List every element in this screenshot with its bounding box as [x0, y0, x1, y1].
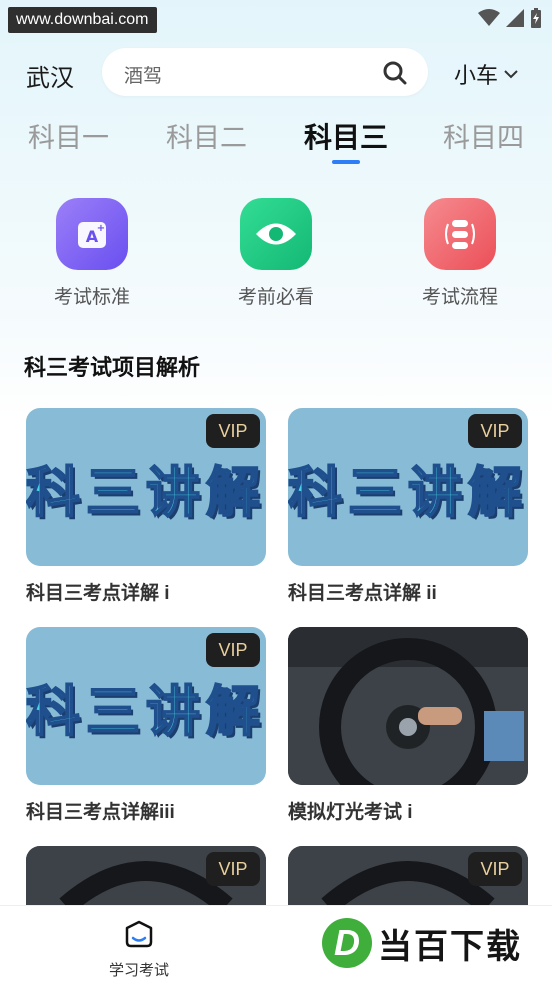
- video-thumbnail: [288, 627, 528, 785]
- search-input[interactable]: 酒驾: [102, 48, 428, 96]
- section-title: 科三考试项目解析: [24, 355, 201, 380]
- tab-subject-4[interactable]: 科目四: [443, 116, 524, 155]
- tab-subject-1[interactable]: 科目一: [28, 116, 109, 155]
- video-thumbnail: 科三讲解 VIP: [288, 408, 528, 566]
- eye-icon: [240, 198, 312, 270]
- battery-icon: [531, 8, 541, 28]
- video-title: 模拟灯光考试 i: [288, 802, 413, 823]
- top-bar: 武汉 酒驾 小车: [0, 46, 552, 98]
- nav-study-exam[interactable]: 学习考试: [104, 920, 174, 980]
- chevron-down-icon: [504, 70, 518, 79]
- vip-badge: VIP: [206, 852, 260, 886]
- video-card[interactable]: 模拟灯光考试 i: [288, 627, 528, 824]
- logo-mark: D: [322, 918, 372, 968]
- signal-icon: [506, 9, 524, 27]
- vip-badge: VIP: [468, 852, 522, 886]
- video-card[interactable]: 科三讲解 VIP 科目三考点详解 ii: [288, 408, 528, 605]
- video-title: 科目三考点详解 i: [26, 583, 170, 604]
- exam-process-icon: [424, 198, 496, 270]
- logo-text: 当百下载: [378, 927, 522, 966]
- video-thumbnail: VIP: [288, 846, 528, 906]
- quick-before-exam[interactable]: 考前必看: [206, 198, 346, 309]
- video-card[interactable]: 科三讲解 VIP 科目三考点详解iii: [26, 627, 266, 824]
- search-icon[interactable]: [382, 60, 408, 86]
- city-selector[interactable]: 武汉: [26, 58, 74, 93]
- video-title: 科目三考点详解iii: [26, 802, 175, 823]
- quick-label: 考前必看: [237, 287, 314, 308]
- vehicle-selector[interactable]: 小车: [454, 58, 518, 90]
- subject-tabs: 科目一 科目二 科目三 科目四: [0, 112, 552, 168]
- study-icon: [125, 920, 153, 948]
- tab-subject-2[interactable]: 科目二: [166, 116, 247, 155]
- quick-label: 考试流程: [421, 287, 498, 308]
- active-tab-indicator: [332, 160, 360, 164]
- search-placeholder: 酒驾: [124, 66, 163, 87]
- video-card[interactable]: 科三讲解 VIP 科目三考点详解 i: [26, 408, 266, 605]
- vip-badge: VIP: [206, 633, 260, 667]
- vehicle-label: 小车: [454, 63, 499, 88]
- quick-exam-standard[interactable]: A + 考试标准: [22, 198, 162, 309]
- quick-exam-process[interactable]: 考试流程: [390, 198, 530, 309]
- quick-actions: A + 考试标准 考前必看 考试流程: [0, 198, 552, 318]
- wifi-icon: [478, 9, 500, 26]
- vip-badge: VIP: [206, 414, 260, 448]
- status-bar: www.downbai.com: [0, 0, 552, 36]
- video-thumbnail: 科三讲解 VIP: [26, 408, 266, 566]
- status-icons: [478, 8, 542, 28]
- vip-badge: VIP: [468, 414, 522, 448]
- video-thumbnail: 科三讲解 VIP: [26, 627, 266, 785]
- nav-label: 学习考试: [108, 962, 169, 979]
- site-logo: D 当百下载: [322, 918, 522, 968]
- tab-subject-3[interactable]: 科目三: [304, 116, 388, 156]
- video-card[interactable]: VIP: [26, 846, 266, 906]
- exam-standard-icon: A +: [56, 198, 128, 270]
- quick-label: 考试标准: [53, 287, 130, 308]
- watermark: www.downbai.com: [8, 7, 157, 33]
- video-thumbnail: VIP: [26, 846, 266, 906]
- video-title: 科目三考点详解 ii: [288, 583, 437, 604]
- video-card[interactable]: VIP: [288, 846, 528, 906]
- steering-wheel-photo: [288, 627, 528, 785]
- svg-text:+: +: [97, 223, 105, 234]
